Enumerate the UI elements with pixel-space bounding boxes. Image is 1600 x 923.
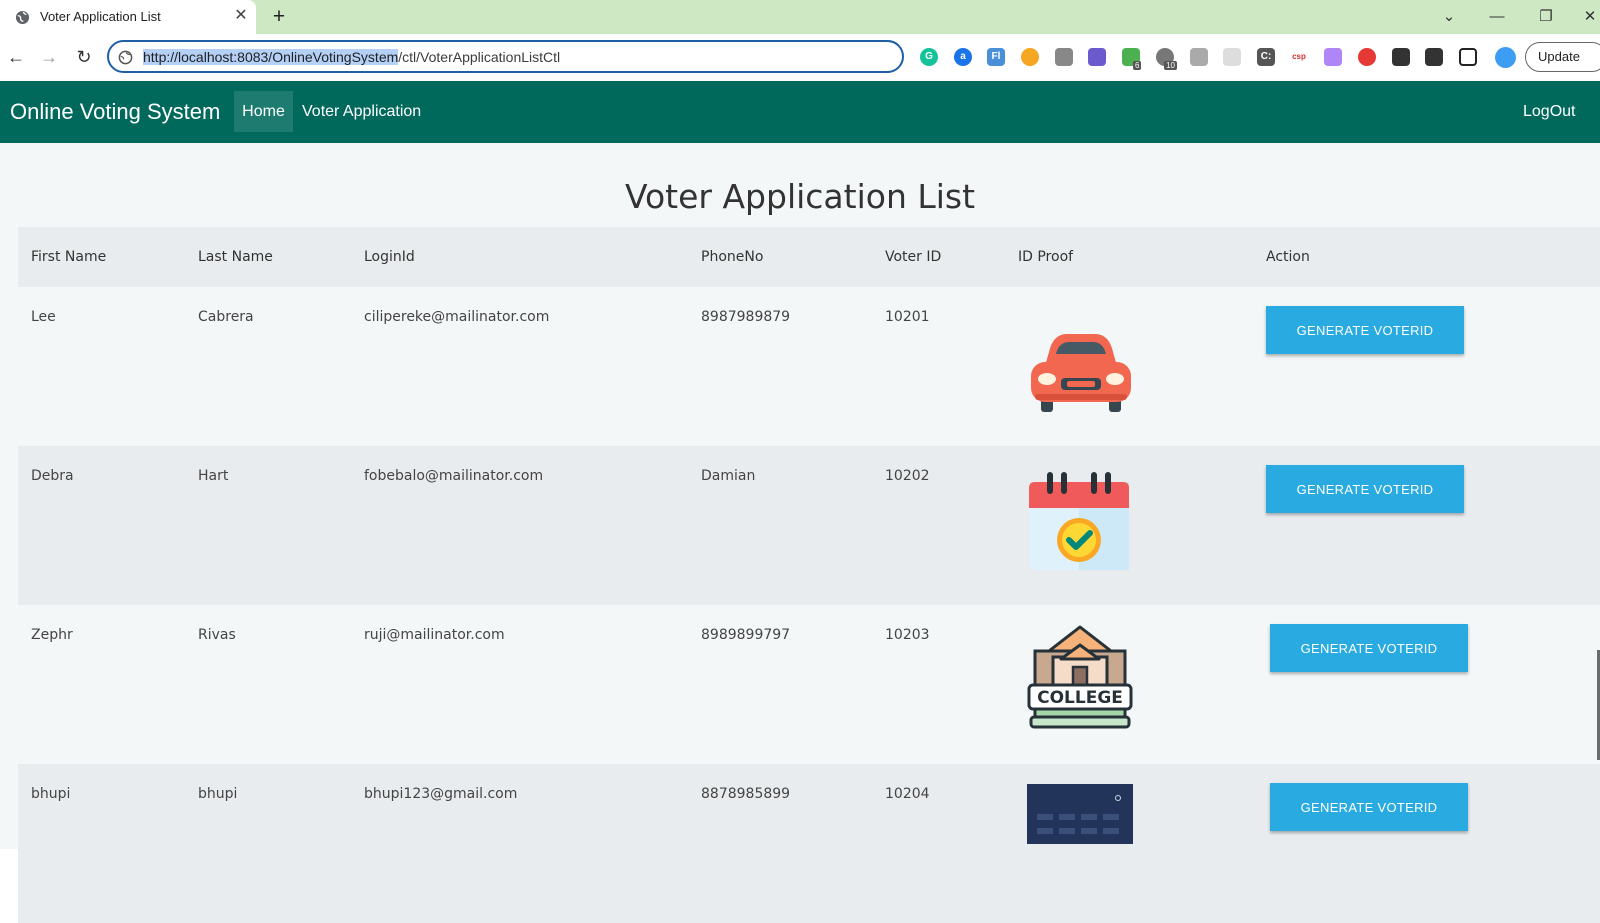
tab-close-icon[interactable]: ✕: [232, 6, 250, 26]
extension-badge: 6: [1133, 61, 1142, 70]
table-header-row: First Name Last Name LoginId PhoneNo Vot…: [18, 227, 1600, 287]
browser-toolbar: ← → ↻ http://localhost:8083/OnlineVoting…: [0, 34, 1600, 80]
column-header-action: Action: [1253, 227, 1600, 287]
cell-phone: 8987989879: [688, 287, 872, 446]
profile-avatar[interactable]: [1495, 47, 1516, 68]
close-window-icon[interactable]: ✕: [1575, 4, 1600, 30]
url-text[interactable]: http://localhost:8083/OnlineVotingSystem…: [143, 49, 560, 65]
generate-voterid-button[interactable]: GENERATE VOTERID: [1270, 624, 1468, 672]
color-extension-icon[interactable]: [1358, 48, 1376, 66]
cell-last-name: Hart: [185, 446, 351, 605]
cell-login-id: bhupi123@gmail.com: [351, 764, 688, 923]
flask-extension-icon[interactable]: [1088, 48, 1106, 66]
column-header-last-name: Last Name: [185, 227, 351, 287]
address-bar[interactable]: http://localhost:8083/OnlineVotingSystem…: [107, 40, 904, 73]
cell-voter-id: 10202: [872, 446, 1005, 605]
column-header-first-name: First Name: [18, 227, 185, 287]
column-header-phone: PhoneNo: [688, 227, 872, 287]
grammarly-extension-icon[interactable]: G: [920, 48, 938, 66]
cell-first-name: Debra: [18, 446, 185, 605]
generate-voterid-button[interactable]: GENERATE VOTERID: [1266, 306, 1464, 354]
maximize-icon[interactable]: ❐: [1531, 4, 1561, 30]
puzzle-extensions-icon[interactable]: [1392, 48, 1410, 66]
app-navbar: Online Voting System Home Voter Applicat…: [0, 81, 1600, 143]
column-header-login-id: LoginId: [351, 227, 688, 287]
browser-tabstrip: Voter Application List ✕ + ⌄ — ❐ ✕: [0, 0, 1600, 34]
cell-action: GENERATE VOTERID: [1253, 605, 1600, 764]
table-row: Debra Hart fobebalo@mailinator.com Damia…: [18, 446, 1600, 605]
cell-first-name: Zephr: [18, 605, 185, 764]
clock-extension-icon[interactable]: [1021, 48, 1039, 66]
main-content: Voter Application List First Name Last N…: [0, 143, 1600, 923]
cell-login-id: cilipereke@mailinator.com: [351, 287, 688, 446]
globe-icon: [15, 10, 30, 25]
browser-update-button[interactable]: Update: [1525, 42, 1600, 72]
college-label: COLLEGE: [1037, 688, 1123, 708]
media-queue-icon[interactable]: [1425, 48, 1443, 66]
browser-tab-active[interactable]: Voter Application List ✕: [0, 0, 256, 34]
url-selected-part: http://localhost:8083/OnlineVotingSystem: [143, 49, 399, 65]
cell-voter-id: 10204: [872, 764, 1005, 923]
tab-title: Voter Application List: [40, 9, 161, 24]
cell-phone: 8878985899: [688, 764, 872, 923]
cell-action: GENERATE VOTERID: [1253, 764, 1600, 923]
calculator-icon[interactable]: [1027, 784, 1133, 844]
brand-title[interactable]: Online Voting System: [10, 99, 220, 125]
fl-extension-icon[interactable]: Fl: [987, 48, 1005, 66]
cell-first-name: bhupi: [18, 764, 185, 923]
cell-last-name: Rivas: [185, 605, 351, 764]
table-row: bhupi bhupi bhupi123@gmail.com 887898589…: [18, 764, 1600, 923]
cell-id-proof: [1005, 287, 1253, 446]
pen-extension-icon[interactable]: [1324, 48, 1342, 66]
cell-id-proof: [1005, 446, 1253, 605]
cell-action: GENERATE VOTERID: [1253, 446, 1600, 605]
cell-phone: 8989899797: [688, 605, 872, 764]
reload-icon[interactable]: ↻: [73, 46, 95, 68]
page-extension-icon[interactable]: [1190, 48, 1208, 66]
nav-logout-link[interactable]: LogOut: [1523, 91, 1575, 132]
generate-voterid-button[interactable]: GENERATE VOTERID: [1266, 465, 1464, 513]
cell-voter-id: 10203: [872, 605, 1005, 764]
table-row: Zephr Rivas ruji@mailinator.com 89898997…: [18, 605, 1600, 764]
table-row: Lee Cabrera cilipereke@mailinator.com 89…: [18, 287, 1600, 446]
back-arrow-icon[interactable]: ←: [5, 46, 27, 68]
forward-arrow-icon[interactable]: →: [38, 46, 60, 68]
car-icon[interactable]: [1027, 322, 1135, 416]
side-panel-icon[interactable]: [1459, 48, 1477, 66]
at-extension-icon[interactable]: a: [954, 48, 972, 66]
cell-login-id: ruji@mailinator.com: [351, 605, 688, 764]
cell-id-proof: COLLEGE: [1005, 605, 1253, 764]
new-tab-icon[interactable]: +: [268, 6, 290, 28]
cell-phone: Damian: [688, 446, 872, 605]
site-info-icon[interactable]: [118, 50, 133, 65]
calendar-check-icon[interactable]: [1027, 468, 1131, 572]
column-header-id-proof: ID Proof: [1005, 227, 1253, 287]
camera-extension-icon[interactable]: [1055, 48, 1073, 66]
voter-application-table: First Name Last Name LoginId PhoneNo Vot…: [18, 227, 1600, 923]
url-rest-part: /ctl/VoterApplicationListCtl: [398, 49, 561, 65]
nav-home-link[interactable]: Home: [234, 91, 293, 132]
tab-search-chevron-icon[interactable]: ⌄: [1434, 4, 1464, 30]
column-header-voter-id: Voter ID: [872, 227, 1005, 287]
college-icon[interactable]: COLLEGE: [1027, 623, 1133, 731]
csp-extension-icon[interactable]: csp: [1290, 48, 1308, 66]
cell-last-name: bhupi: [185, 764, 351, 923]
nav-voter-application-link[interactable]: Voter Application: [302, 91, 421, 132]
generate-voterid-button[interactable]: GENERATE VOTERID: [1270, 783, 1468, 831]
blank-extension-icon[interactable]: [1223, 48, 1241, 66]
extension-badge: 10: [1164, 61, 1177, 70]
page-title: Voter Application List: [624, 177, 976, 216]
minimize-icon[interactable]: —: [1482, 4, 1512, 30]
c-extension-icon[interactable]: C:: [1257, 48, 1275, 66]
cell-login-id: fobebalo@mailinator.com: [351, 446, 688, 605]
cell-action: GENERATE VOTERID: [1253, 287, 1600, 446]
cell-id-proof: [1005, 764, 1253, 923]
cell-first-name: Lee: [18, 287, 185, 446]
cell-voter-id: 10201: [872, 287, 1005, 446]
cell-last-name: Cabrera: [185, 287, 351, 446]
